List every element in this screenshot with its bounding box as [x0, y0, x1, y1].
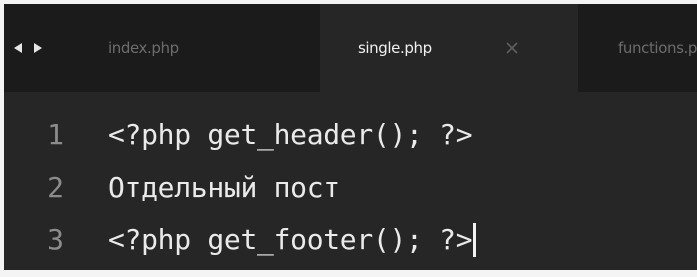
code-line: 1 <?php get_header(); ?>: [4, 115, 697, 155]
code-line: 3 <?php get_footer(); ?>: [4, 220, 697, 260]
tab-functions-php[interactable]: functions.php: [586, 4, 697, 92]
text-cursor: [473, 223, 477, 257]
editor-window: index.php single.php functions.php 1 <?p…: [4, 4, 697, 270]
code-text[interactable]: Отдельный пост: [108, 168, 340, 208]
tab-single-php[interactable]: single.php: [320, 4, 578, 92]
triangle-right-icon[interactable]: [30, 40, 46, 56]
tab-index-php[interactable]: index.php: [62, 4, 314, 92]
line-number: 3: [47, 223, 64, 256]
tab-label: functions.php: [618, 39, 697, 57]
tab-label: single.php: [358, 39, 432, 57]
line-number: 2: [47, 171, 64, 204]
code-text[interactable]: <?php get_header(); ?>: [108, 115, 473, 155]
code-text[interactable]: <?php get_footer(); ?>: [108, 223, 473, 256]
tab-navigation: [10, 40, 52, 56]
close-icon[interactable]: [502, 38, 522, 58]
code-editor[interactable]: 1 <?php get_header(); ?> 2 Отдельный пос…: [4, 92, 697, 270]
line-number: 1: [47, 118, 64, 151]
tab-bar: index.php single.php functions.php: [4, 4, 697, 92]
code-line-with-cursor[interactable]: <?php get_footer(); ?>: [108, 220, 477, 260]
triangle-left-icon[interactable]: [10, 40, 26, 56]
tab-label: index.php: [108, 39, 179, 57]
code-line: 2 Отдельный пост: [4, 168, 697, 208]
